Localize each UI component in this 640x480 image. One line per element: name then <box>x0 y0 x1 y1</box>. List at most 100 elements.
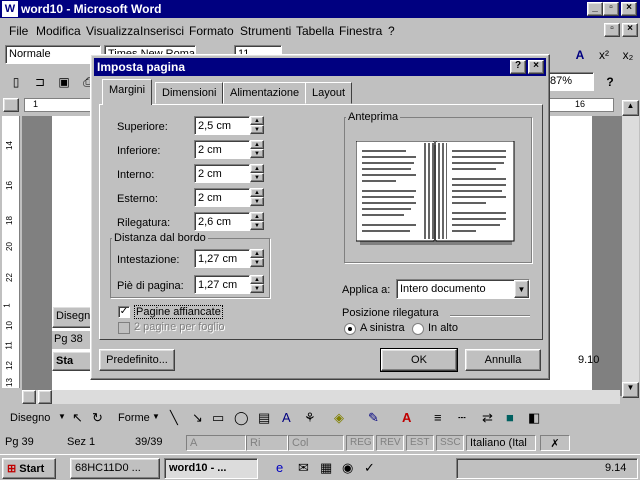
ok-button[interactable]: OK <box>380 348 458 372</box>
dropdown-arrow-icon[interactable]: ▼ <box>514 280 529 298</box>
tab-dimensioni[interactable]: Dimensioni <box>155 82 224 104</box>
spin-up-icon[interactable]: ▲ <box>250 164 264 173</box>
scroll-down-icon[interactable]: ▼ <box>622 382 639 398</box>
cancel-button[interactable]: Annulla <box>465 349 541 371</box>
fill-color-icon[interactable]: ◈ <box>334 410 344 426</box>
dash-style-icon[interactable]: ┄ <box>458 410 466 426</box>
radio-a-sinistra[interactable] <box>344 323 356 335</box>
tab-margini[interactable]: Margini <box>102 79 153 105</box>
tab-selector[interactable] <box>3 98 19 112</box>
rilegatura-input[interactable]: 2,6 cm <box>194 212 250 231</box>
tab-layout[interactable]: Layout <box>305 82 353 104</box>
new-document-icon[interactable]: ▯ <box>6 72 26 92</box>
rilegatura-spinner[interactable]: 2,6 cm ▲ ▼ <box>194 212 264 231</box>
doc-close-button[interactable]: × <box>622 23 638 37</box>
menu-strumenti[interactable]: Strumenti <box>240 24 291 38</box>
menu-inserisci[interactable]: Inserisci <box>140 24 184 38</box>
rectangle-icon[interactable]: ▭ <box>212 410 224 426</box>
outlook-icon[interactable]: ✉ <box>298 460 309 476</box>
minimize-button[interactable]: _ <box>587 2 603 16</box>
free-rotate-icon[interactable]: ↻ <box>92 410 103 426</box>
spin-up-icon[interactable]: ▲ <box>250 249 264 258</box>
line-icon[interactable]: ╲ <box>170 410 178 426</box>
status-rec[interactable]: REG <box>346 435 374 451</box>
arrow-style-icon[interactable]: ⇄ <box>482 410 493 426</box>
textbox-icon[interactable]: ▤ <box>258 410 270 426</box>
view-normal-icon[interactable] <box>22 390 36 404</box>
menu-help[interactable]: ? <box>388 24 395 38</box>
pagine-affiancate-label[interactable]: Pagine affiancate <box>134 305 223 319</box>
esterno-spinner[interactable]: 2 cm ▲ ▼ <box>194 188 264 207</box>
shapes-dropdown-icon[interactable]: ▼ <box>152 412 160 421</box>
spin-down-icon[interactable]: ▼ <box>250 284 264 293</box>
superscript-icon[interactable]: x² <box>594 45 614 65</box>
menu-tabella[interactable]: Tabella <box>296 24 334 38</box>
spin-down-icon[interactable]: ▼ <box>250 258 264 267</box>
radio-in-alto-label[interactable]: In alto <box>428 322 458 334</box>
interno-input[interactable]: 2 cm <box>194 164 250 183</box>
menu-finestra[interactable]: Finestra <box>339 24 382 38</box>
spin-down-icon[interactable]: ▼ <box>250 221 264 230</box>
line-style-icon[interactable]: ≡ <box>434 410 442 425</box>
menu-formato[interactable]: Formato <box>189 24 234 38</box>
subscript-icon[interactable]: x₂ <box>618 45 638 65</box>
inferiore-spinner[interactable]: 2 cm ▲ ▼ <box>194 140 264 159</box>
status-rev[interactable]: REV <box>376 435 404 451</box>
horizontal-scrollbar[interactable] <box>22 390 620 404</box>
radio-in-alto[interactable] <box>412 323 424 335</box>
draw-menu[interactable]: Disegno <box>10 412 50 424</box>
view-layout-icon[interactable] <box>38 390 52 404</box>
arrow-icon[interactable]: ↘ <box>192 410 203 426</box>
shapes-menu[interactable]: Forme <box>118 412 150 424</box>
line-color-icon[interactable]: ✎ <box>368 410 379 426</box>
spelling-status-icon[interactable]: ✗ <box>540 435 570 451</box>
status-ovr[interactable]: SSC <box>436 435 464 451</box>
restore-button[interactable]: ▫ <box>603 2 619 16</box>
spin-down-icon[interactable]: ▼ <box>250 173 264 182</box>
spin-down-icon[interactable]: ▼ <box>250 197 264 206</box>
close-button[interactable]: × <box>621 2 637 16</box>
interno-spinner[interactable]: 2 cm ▲ ▼ <box>194 164 264 183</box>
inferiore-input[interactable]: 2 cm <box>194 140 250 159</box>
start-button[interactable]: ⊞ Start <box>2 458 56 479</box>
font-color-icon[interactable]: A <box>570 45 590 65</box>
radio-a-sinistra-label[interactable]: A sinistra <box>360 322 405 334</box>
spin-up-icon[interactable]: ▲ <box>250 140 264 149</box>
intestazione-spinner[interactable]: 1,27 cm ▲ ▼ <box>194 249 264 268</box>
spin-up-icon[interactable]: ▲ <box>250 116 264 125</box>
menu-modifica[interactable]: Modifica <box>36 24 81 38</box>
spin-down-icon[interactable]: ▼ <box>250 125 264 134</box>
intestazione-input[interactable]: 1,27 cm <box>194 249 250 268</box>
tab-alimentazione[interactable]: Alimentazione <box>223 82 307 104</box>
due-pagine-checkbox[interactable] <box>118 322 130 334</box>
style-combo[interactable]: Normale <box>5 45 101 64</box>
taskbar-item-word10[interactable]: word10 - ... <box>164 458 258 479</box>
status-language[interactable]: Italiano (Ital <box>466 435 536 451</box>
zoom-combo[interactable]: 87% <box>546 72 594 91</box>
save-icon[interactable]: ▣ <box>54 72 74 92</box>
superiore-input[interactable]: 2,5 cm <box>194 116 250 135</box>
superiore-spinner[interactable]: 2,5 cm ▲ ▼ <box>194 116 264 135</box>
status-ext[interactable]: EST <box>406 435 434 451</box>
clipart-icon[interactable]: ⚘ <box>304 410 316 426</box>
spin-down-icon[interactable]: ▼ <box>250 149 264 158</box>
doc-restore-button[interactable]: ▫ <box>604 23 620 37</box>
font-color-draw-icon[interactable]: A <box>402 410 411 425</box>
word-app-icon[interactable]: W <box>2 1 18 17</box>
pie-di-pagina-input[interactable]: 1,27 cm <box>194 275 250 294</box>
apply-select[interactable]: Intero documento ▼ <box>396 279 530 299</box>
help-icon[interactable]: ? <box>600 72 620 92</box>
default-button[interactable]: Predefinito... <box>99 349 175 371</box>
menu-file[interactable]: File <box>9 24 28 38</box>
vertical-scrollbar[interactable]: ▲ ▼ <box>622 100 639 398</box>
menu-visualizza[interactable]: Visualizza <box>86 24 140 38</box>
select-pointer-icon[interactable]: ↖ <box>72 410 83 426</box>
desktop-icon[interactable]: ▦ <box>320 460 332 476</box>
spin-up-icon[interactable]: ▲ <box>250 212 264 221</box>
quicklaunch-icon[interactable]: ✓ <box>364 460 375 476</box>
shadow-icon[interactable]: ■ <box>506 410 514 425</box>
taskbar-item-68hc11[interactable]: 68HC11D0 ... <box>70 458 160 479</box>
ie-icon[interactable]: e <box>276 460 283 475</box>
dialog-close-button[interactable]: × <box>528 60 544 74</box>
spin-up-icon[interactable]: ▲ <box>250 275 264 284</box>
